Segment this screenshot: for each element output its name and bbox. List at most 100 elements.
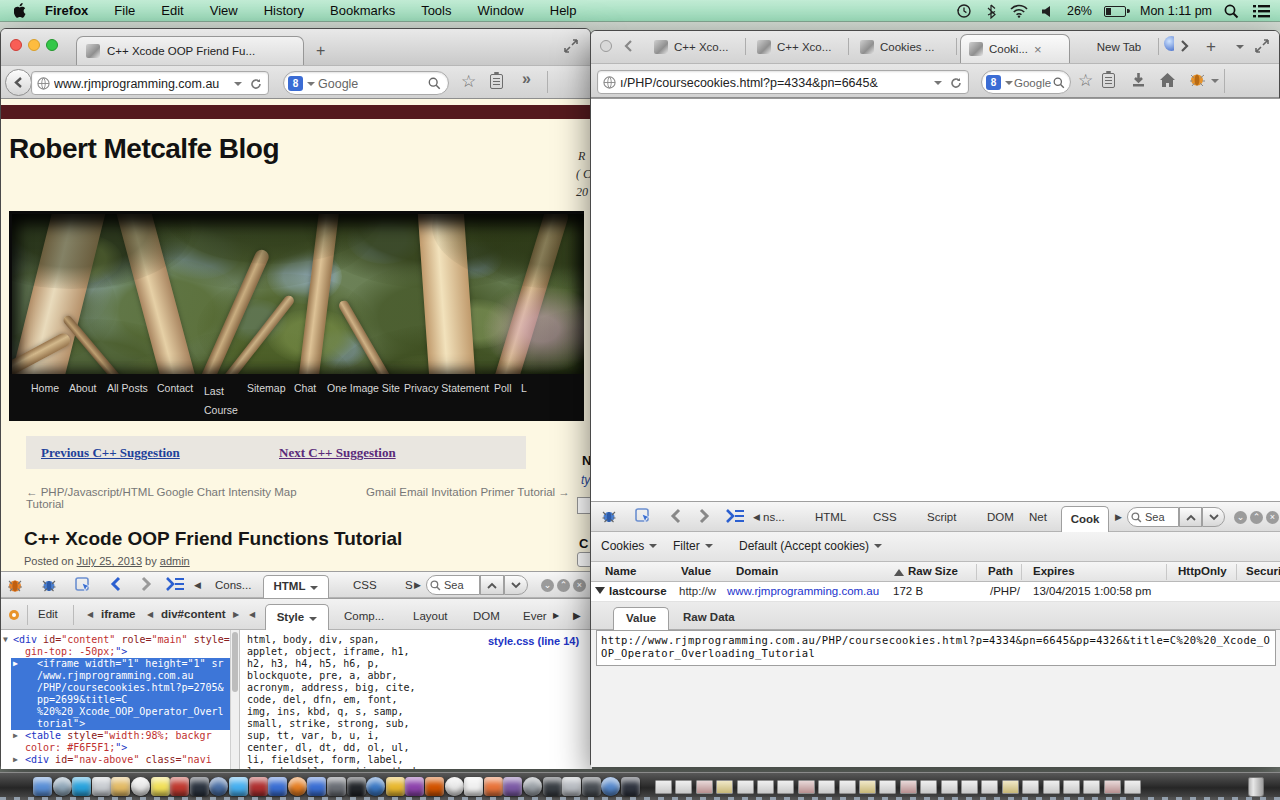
css-selector-line[interactable]: html, body, div, span, [247,634,477,646]
dock-minimized-window[interactable] [920,780,937,794]
new-tab-button[interactable]: + [1206,37,1216,57]
tab-cooki-[interactable]: Cooki...× [960,34,1070,63]
fb-detach-icon[interactable]: ⌃ [1250,511,1263,524]
html-tree-line[interactable]: /PHP/coursecookies.html?p=2705& [11,682,230,694]
dock-app-icon[interactable] [601,777,620,796]
css-selector-line[interactable]: legend, table, caption, tbody, [247,766,477,769]
bookmark-star-icon[interactable]: ☆ [1078,70,1093,91]
accept-cookies-dropdown[interactable]: Default (Accept cookies) [739,539,882,553]
search-placeholder[interactable]: Google [1014,77,1051,89]
fullscreen-icon[interactable] [1255,39,1269,53]
fb-tab-dom[interactable]: DOM [987,511,1014,523]
dock-app-icon[interactable] [72,777,91,796]
blog-nav-all-posts[interactable]: All Posts [107,382,148,395]
html-tree-line[interactable]: /www.rjmprogramming.com.au [11,670,230,682]
crumb-arrow[interactable]: ◀ [87,610,93,619]
css-selector-line[interactable]: acronym, address, big, cite, [247,682,477,694]
search-next-button[interactable] [1202,507,1225,527]
fb-tab-net[interactable]: Net [1029,511,1047,523]
dock[interactable] [0,772,1280,800]
dock-app-icon[interactable] [288,777,307,796]
cookie-row[interactable]: lastcourse http://w www.rjmprogramming.c… [591,582,1280,602]
dock-app-icon[interactable] [484,777,503,796]
dock-minimized-window[interactable] [757,780,774,794]
search-prev-button[interactable] [1179,507,1202,527]
tab-close-icon[interactable]: × [1034,42,1042,57]
menu-item-tools[interactable]: Tools [421,3,451,18]
tab-scroll-right-icon[interactable] [1179,39,1190,53]
fb-minimize-icon[interactable]: ⌄ [1234,511,1247,524]
dock-app-icon[interactable] [582,777,601,796]
google-icon[interactable]: 8 [288,76,303,91]
blog-nav-chat[interactable]: Chat [294,382,316,395]
dock-app-icon[interactable] [249,777,268,796]
css-selector-line[interactable]: center, dl, dt, dd, ol, ul, [247,742,477,754]
dock-app-icon[interactable] [366,777,385,796]
url-text[interactable]: ı/PHP/coursecookies.html?p=4334&pn=6645& [620,76,930,90]
firebug-dropdown-icon[interactable] [1211,79,1219,83]
bluetooth-icon[interactable] [986,4,996,19]
dock-app-icon[interactable] [405,777,424,796]
dock-app-icon[interactable] [562,777,581,796]
blog-nav-poll[interactable]: Poll [494,382,512,395]
url-bar[interactable]: ı/PHP/coursecookies.html?p=4334&pn=6645& [597,70,969,94]
nav-back-icon[interactable] [669,508,683,524]
dock-app-icon[interactable] [229,777,248,796]
col-header-path[interactable]: Path [988,565,1013,577]
dock-minimized-window[interactable] [737,780,754,794]
dock-app-icon[interactable] [33,777,52,796]
fb-close-icon[interactable]: × [573,579,586,592]
zoom-button[interactable] [46,39,58,51]
reload-icon[interactable] [250,78,262,90]
downloads-icon[interactable] [1131,72,1146,88]
html-tree-line[interactable]: %20%20_Xcode_OOP_Operator_Overl [11,706,230,718]
apple-menu-icon[interactable] [14,3,27,18]
html-tree-line[interactable]: ▶<table style="width:98%; backgr [1,730,230,742]
col-header-name[interactable]: Name [605,565,636,577]
dock-app-icon[interactable] [464,777,483,796]
fb-edit-button[interactable]: Edit [38,608,58,620]
right-titlebar[interactable]: C++ Xco...C++ Xco...Cookies ...Cooki...×… [591,31,1279,63]
menu-item-firefox[interactable]: Firefox [45,3,88,18]
dock-app-icon[interactable] [503,777,522,796]
fb-minimize-icon[interactable]: ⌄ [541,579,554,592]
close-button-inactive[interactable] [600,40,612,52]
crumb-arrow-right[interactable]: ▶ [233,610,239,619]
notification-center-icon[interactable] [1253,5,1270,18]
dock-app-icon[interactable] [151,777,170,796]
dock-app-icon[interactable] [190,777,209,796]
tab-list-dropdown-icon[interactable] [1236,45,1244,49]
side-tab-scroll-right[interactable]: ▶ [573,610,581,621]
dock-minimized-window[interactable] [1063,780,1080,794]
dock-minimized-window[interactable] [655,780,672,794]
dock-minimized-window[interactable] [981,780,998,794]
dock-app-icon[interactable] [170,777,189,796]
html-pane-scrollbar[interactable] [230,630,239,769]
blog-nav-last-course[interactable]: Last Course [204,382,250,420]
tab-scroll-left-icon[interactable] [623,39,634,53]
bug-icon[interactable] [41,578,57,593]
fb-tab-css[interactable]: CSS [353,579,377,591]
breadcrumb-div-content[interactable]: div#content [161,608,226,620]
dock-minimized-window[interactable] [1022,780,1039,794]
url-bar[interactable]: www.rjmprogramming.com.au [31,71,269,95]
menu-item-window[interactable]: Window [478,3,524,18]
search-engine-dropdown-icon[interactable] [1005,81,1013,85]
previous-suggestion-link[interactable]: Previous C++ Suggestion [41,445,180,461]
filter-dropdown[interactable]: Filter [673,539,713,553]
fb-search-right[interactable]: Sea [1127,507,1179,527]
html-tree-line[interactable]: gin-top: -50px;"> [1,646,230,658]
fb-detach-icon[interactable]: ⌃ [557,579,570,592]
site-title[interactable]: Robert Metcalfe Blog [9,133,279,165]
fb-tab-layout[interactable]: Layout [413,610,448,622]
detail-tab-value[interactable]: Value [613,607,669,630]
search-next-button[interactable] [504,575,528,595]
spotlight-icon[interactable] [1224,4,1239,19]
css-selector-line[interactable]: img, ins, kbd, q, s, samp, [247,706,477,718]
css-file-link[interactable]: style.css (line 14) [488,635,579,647]
google-icon[interactable]: 8 [986,75,1001,90]
dock-minimized-window[interactable] [818,780,835,794]
new-tab-button[interactable]: + [316,42,325,60]
blog-nav-sitemap[interactable]: Sitemap [247,382,286,395]
search-icon[interactable] [428,77,441,90]
